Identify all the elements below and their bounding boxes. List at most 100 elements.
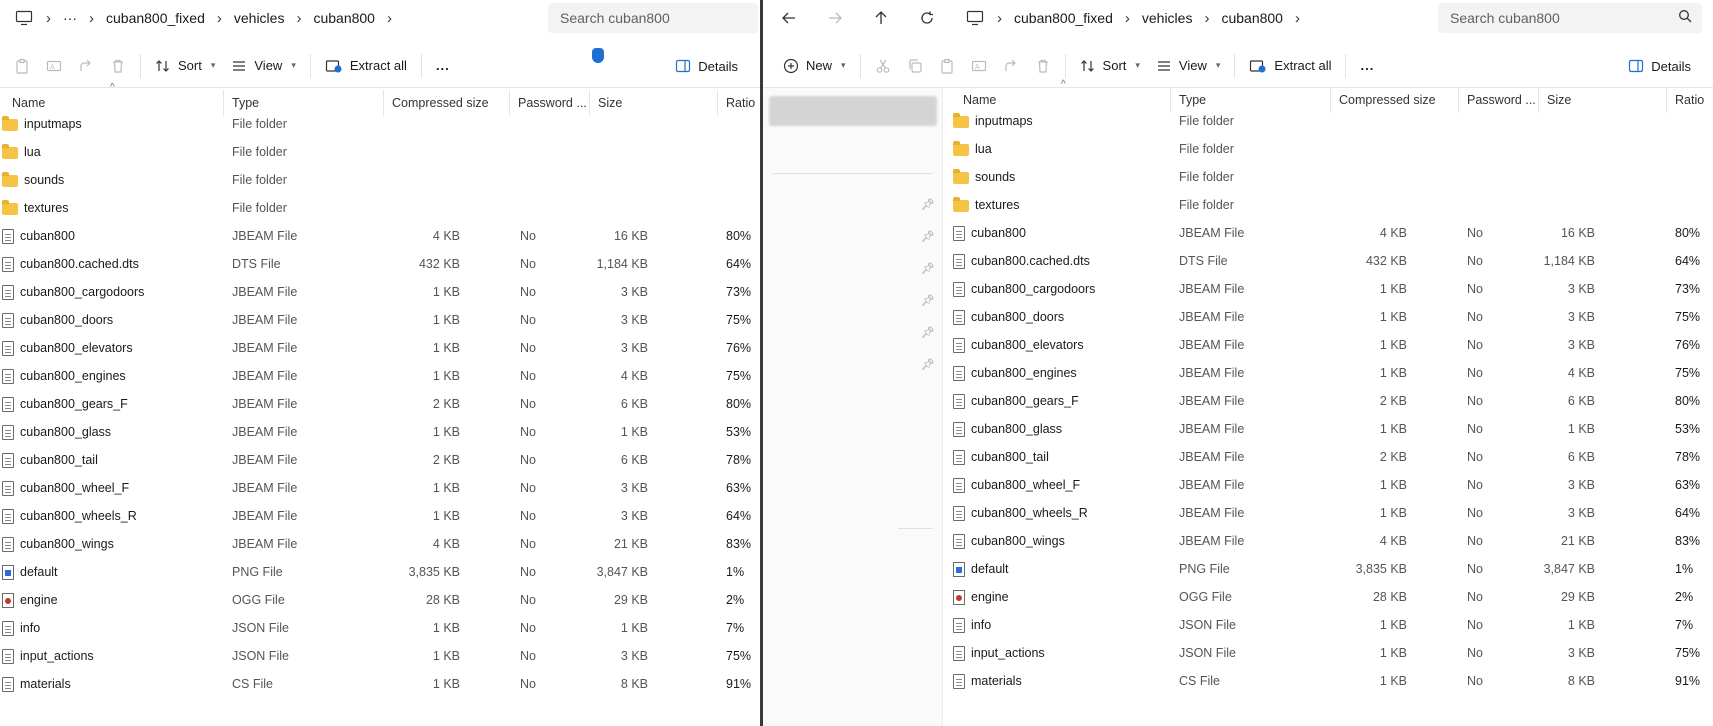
file-name-cell[interactable]: cuban800_gears_F <box>953 387 1153 415</box>
extract-all-button[interactable]: Extract all <box>1241 50 1339 82</box>
table-row[interactable]: cuban800_tail JBEAM File 2 KB No 6 KB 78% <box>951 443 1713 471</box>
view-button[interactable]: View ▾ <box>223 50 303 82</box>
file-name-cell[interactable]: cuban800_tail <box>2 446 202 474</box>
breadcrumb-overflow[interactable]: ··· <box>57 10 83 26</box>
sort-button[interactable]: Sort ▾ <box>1072 50 1148 82</box>
file-name-cell[interactable]: cuban800_tail <box>953 443 1153 471</box>
file-name-cell[interactable]: cuban800_engines <box>953 359 1153 387</box>
cut-icon[interactable] <box>867 50 899 82</box>
file-name-cell[interactable]: cuban800 <box>953 219 1153 247</box>
more-options-button[interactable]: ... <box>428 50 458 82</box>
file-name-cell[interactable]: info <box>2 614 202 642</box>
table-row[interactable]: materials CS File 1 KB No 8 KB 91% <box>0 670 760 698</box>
file-name-cell[interactable]: cuban800_wings <box>2 530 202 558</box>
breadcrumb-item[interactable]: cuban800_fixed <box>1008 10 1119 26</box>
table-row[interactable]: cuban800_wheels_R JBEAM File 1 KB No 3 KB 64% <box>0 502 760 530</box>
table-row[interactable]: cuban800_tail JBEAM File 2 KB No 6 KB 78% <box>0 446 760 474</box>
table-row[interactable]: cuban800_engines JBEAM File 1 KB No 4 KB 75% <box>0 362 760 390</box>
table-row[interactable]: textures File folder <box>951 191 1713 219</box>
file-name-cell[interactable]: cuban800_cargodoors <box>2 278 202 306</box>
table-row[interactable]: inputmaps File folder <box>951 107 1713 135</box>
table-row[interactable]: cuban800 JBEAM File 4 KB No 16 KB 80% <box>0 222 760 250</box>
file-name-cell[interactable]: cuban800_elevators <box>953 331 1153 359</box>
chevron-right-icon[interactable]: › <box>1289 10 1306 27</box>
search-input[interactable]: Search cuban800 <box>1438 3 1702 33</box>
table-row[interactable]: cuban800 JBEAM File 4 KB No 16 KB 80% <box>951 219 1713 247</box>
table-row[interactable]: cuban800_doors JBEAM File 1 KB No 3 KB 75% <box>0 306 760 334</box>
table-row[interactable]: input_actions JSON File 1 KB No 3 KB 75% <box>0 642 760 670</box>
share-icon[interactable] <box>70 50 102 82</box>
details-button[interactable]: Details <box>1620 50 1699 82</box>
table-row[interactable]: lua File folder <box>951 135 1713 163</box>
file-name-cell[interactable]: input_actions <box>953 639 1153 667</box>
file-name-cell[interactable]: cuban800 <box>2 222 202 250</box>
file-name-cell[interactable]: cuban800.cached.dts <box>2 250 202 278</box>
table-row[interactable]: info JSON File 1 KB No 1 KB 7% <box>951 611 1713 639</box>
pin-icon[interactable]: 📌︎ <box>921 358 935 371</box>
rename-icon[interactable]: A <box>38 50 70 82</box>
file-name-cell[interactable]: default <box>953 555 1153 583</box>
file-name-cell[interactable]: cuban800_doors <box>2 306 202 334</box>
file-name-cell[interactable]: cuban800_engines <box>2 362 202 390</box>
file-name-cell[interactable]: cuban800_wings <box>953 527 1153 555</box>
view-button[interactable]: View ▾ <box>1148 50 1228 82</box>
breadcrumb-item[interactable]: cuban800_fixed <box>100 10 211 26</box>
file-name-cell[interactable]: inputmaps <box>953 107 1153 135</box>
file-name-cell[interactable]: textures <box>953 191 1153 219</box>
pin-icon[interactable]: 📌︎ <box>921 230 935 243</box>
file-name-cell[interactable]: cuban800_wheel_F <box>2 474 202 502</box>
file-name-cell[interactable]: textures <box>2 194 202 222</box>
breadcrumb-item[interactable]: vehicles <box>228 10 291 26</box>
delete-icon[interactable] <box>1027 50 1059 82</box>
table-row[interactable]: cuban800_elevators JBEAM File 1 KB No 3 KB 76… <box>0 334 760 362</box>
forward-arrow-icon[interactable] <box>819 3 851 33</box>
pin-icon[interactable]: 📌︎ <box>921 294 935 307</box>
file-name-cell[interactable]: cuban800_glass <box>2 418 202 446</box>
table-row[interactable]: cuban800_wheels_R JBEAM File 1 KB No 3 KB 64% <box>951 499 1713 527</box>
refresh-icon[interactable] <box>911 3 943 33</box>
table-row[interactable]: cuban800_cargodoors JBEAM File 1 KB No 3 KB 7… <box>951 275 1713 303</box>
back-arrow-icon[interactable] <box>773 3 805 33</box>
table-row[interactable]: cuban800_glass JBEAM File 1 KB No 1 KB 53% <box>951 415 1713 443</box>
file-name-cell[interactable]: cuban800_gears_F <box>2 390 202 418</box>
table-row[interactable]: cuban800_wings JBEAM File 4 KB No 21 KB 83% <box>0 530 760 558</box>
table-row[interactable]: cuban800_cargodoors JBEAM File 1 KB No 3 KB 7… <box>0 278 760 306</box>
copy-icon[interactable] <box>899 50 931 82</box>
file-name-cell[interactable]: cuban800_wheel_F <box>953 471 1153 499</box>
file-name-cell[interactable]: info <box>953 611 1153 639</box>
navigation-pane[interactable]: 📌︎ 📌︎ 📌︎ 📌︎ 📌︎ 📌︎ <box>763 88 943 726</box>
file-name-cell[interactable]: materials <box>2 670 202 698</box>
file-name-cell[interactable]: sounds <box>953 163 1153 191</box>
file-name-cell[interactable]: cuban800_wheels_R <box>953 499 1153 527</box>
file-name-cell[interactable]: input_actions <box>2 642 202 670</box>
table-row[interactable]: cuban800.cached.dts DTS File 432 KB No 1,184… <box>951 247 1713 275</box>
paste-icon[interactable] <box>6 50 38 82</box>
this-pc-icon[interactable] <box>959 3 991 33</box>
file-name-cell[interactable]: cuban800_elevators <box>2 334 202 362</box>
breadcrumb[interactable]: › ··· › cuban800_fixed › vehicles › cuba… <box>8 3 538 33</box>
chevron-right-icon[interactable]: › <box>381 10 398 27</box>
table-row[interactable]: cuban800_gears_F JBEAM File 2 KB No 6 KB 80% <box>0 390 760 418</box>
table-row[interactable]: cuban800_wheel_F JBEAM File 1 KB No 3 KB 63% <box>0 474 760 502</box>
up-arrow-icon[interactable] <box>865 3 897 33</box>
sort-button[interactable]: Sort ▾ <box>147 50 223 82</box>
details-button[interactable]: Details <box>667 50 746 82</box>
pin-icon[interactable]: 📌︎ <box>921 262 935 275</box>
table-row[interactable]: lua File folder <box>0 138 760 166</box>
table-row[interactable]: input_actions JSON File 1 KB No 3 KB 75% <box>951 639 1713 667</box>
this-pc-icon[interactable] <box>8 3 40 33</box>
paste-icon[interactable] <box>931 50 963 82</box>
table-row[interactable]: engine OGG File 28 KB No 29 KB 2% <box>951 583 1713 611</box>
table-row[interactable]: cuban800_engines JBEAM File 1 KB No 4 KB 75% <box>951 359 1713 387</box>
pin-icon[interactable]: 📌︎ <box>921 198 935 211</box>
file-name-cell[interactable]: lua <box>2 138 202 166</box>
table-row[interactable]: cuban800_glass JBEAM File 1 KB No 1 KB 53% <box>0 418 760 446</box>
nav-item-blurred[interactable] <box>769 96 937 126</box>
file-name-cell[interactable]: cuban800_doors <box>953 303 1153 331</box>
file-name-cell[interactable]: sounds <box>2 166 202 194</box>
new-button[interactable]: New ▾ <box>775 50 854 82</box>
breadcrumb-item[interactable]: vehicles <box>1136 10 1199 26</box>
file-name-cell[interactable]: materials <box>953 667 1153 695</box>
breadcrumb-item[interactable]: cuban800 <box>307 10 381 26</box>
file-name-cell[interactable]: cuban800_cargodoors <box>953 275 1153 303</box>
